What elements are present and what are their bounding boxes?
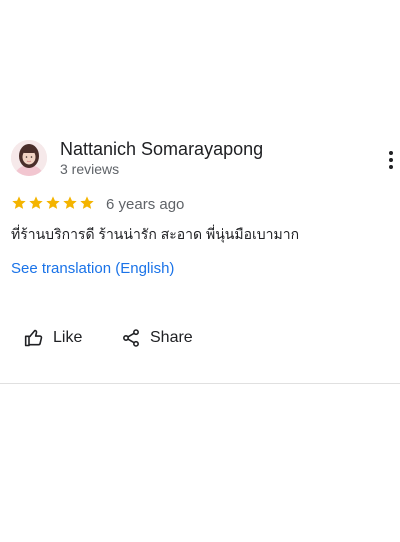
- author-review-count[interactable]: 3 reviews: [60, 161, 119, 177]
- thumbs-up-icon: [24, 329, 43, 347]
- share-icon: [123, 329, 139, 347]
- star-icon: [46, 196, 60, 209]
- star-icon: [80, 196, 94, 209]
- share-button[interactable]: Share: [121, 323, 193, 353]
- share-label: Share: [150, 329, 193, 346]
- review-text: ที่ร้านบริการดี ร้านน่ารัก สะอาด พี่นุ่น…: [11, 226, 300, 242]
- see-translation-link[interactable]: See translation (English): [11, 260, 174, 277]
- star-icon: [29, 196, 43, 209]
- avatar-photo: [11, 140, 47, 176]
- like-button[interactable]: Like: [24, 323, 82, 353]
- author-avatar[interactable]: [11, 140, 47, 176]
- star-icon: [12, 196, 26, 209]
- like-label: Like: [53, 329, 83, 346]
- author-name[interactable]: Nattanich Somarayapong: [60, 139, 263, 160]
- review-time: 6 years ago: [106, 196, 185, 213]
- review-card: Nattanich Somarayapong 3 reviews 6 years…: [0, 0, 400, 542]
- star-icon: [63, 196, 77, 209]
- divider: [0, 383, 400, 384]
- star-rating: [11, 195, 95, 215]
- more-options-icon[interactable]: [382, 148, 400, 172]
